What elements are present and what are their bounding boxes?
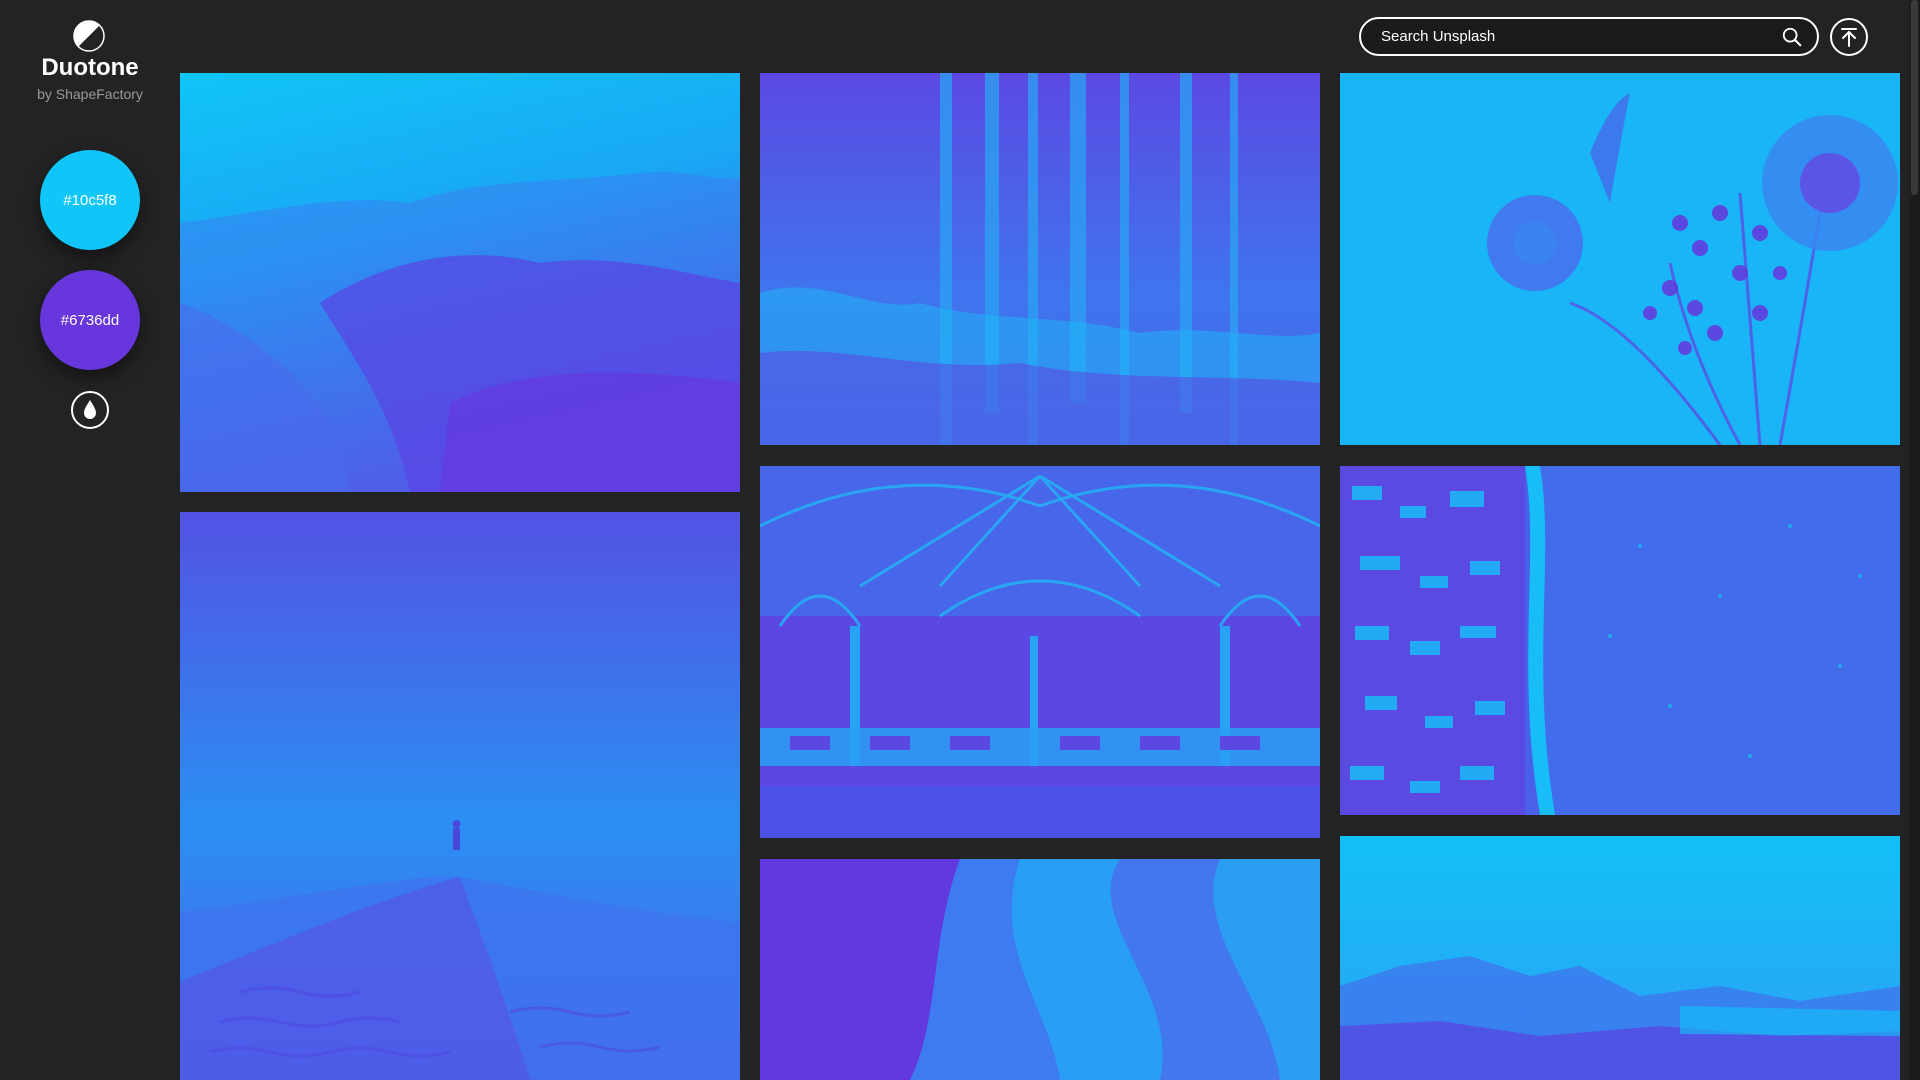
scrollbar-thumb[interactable] bbox=[1911, 0, 1918, 195]
photo-tile[interactable] bbox=[180, 512, 740, 1080]
photo-tile[interactable] bbox=[1340, 836, 1900, 1080]
photo-tile[interactable] bbox=[1340, 73, 1900, 445]
desert-dune-photo bbox=[180, 512, 740, 1080]
primary-color-button[interactable]: #10c5f8 bbox=[40, 150, 140, 250]
scrollbar[interactable] bbox=[1909, 0, 1920, 1080]
secondary-color-label: #6736dd bbox=[60, 311, 120, 329]
aerial-beach-photo bbox=[1340, 466, 1900, 815]
app-title: Duotone bbox=[41, 54, 139, 81]
photo-tile[interactable] bbox=[760, 859, 1320, 1080]
search-bar bbox=[1359, 17, 1819, 56]
half-circle-icon bbox=[73, 20, 105, 52]
sidebar: Duotone by ShapeFactory #10c5f8 #6736dd bbox=[0, 0, 180, 1080]
forest-photo bbox=[760, 73, 1320, 445]
search-icon[interactable] bbox=[1781, 26, 1803, 48]
train-station-photo bbox=[760, 466, 1320, 838]
photo-tile[interactable] bbox=[760, 466, 1320, 838]
coastline-photo bbox=[180, 73, 740, 492]
app-byline: by ShapeFactory bbox=[37, 86, 143, 102]
primary-color-label: #10c5f8 bbox=[63, 191, 117, 209]
secondary-color-button[interactable]: #6736dd bbox=[40, 270, 140, 370]
photo-tile[interactable] bbox=[760, 73, 1320, 445]
arrow-up-to-top-icon[interactable] bbox=[1829, 17, 1869, 57]
flower-photo bbox=[1340, 73, 1900, 445]
mountain-lake-photo bbox=[1340, 836, 1900, 1080]
water-drop-icon[interactable] bbox=[70, 390, 110, 430]
canyon-photo bbox=[760, 859, 1320, 1080]
search-input[interactable] bbox=[1361, 19, 1781, 54]
photo-tile[interactable] bbox=[1340, 466, 1900, 815]
photo-tile[interactable] bbox=[180, 73, 740, 492]
